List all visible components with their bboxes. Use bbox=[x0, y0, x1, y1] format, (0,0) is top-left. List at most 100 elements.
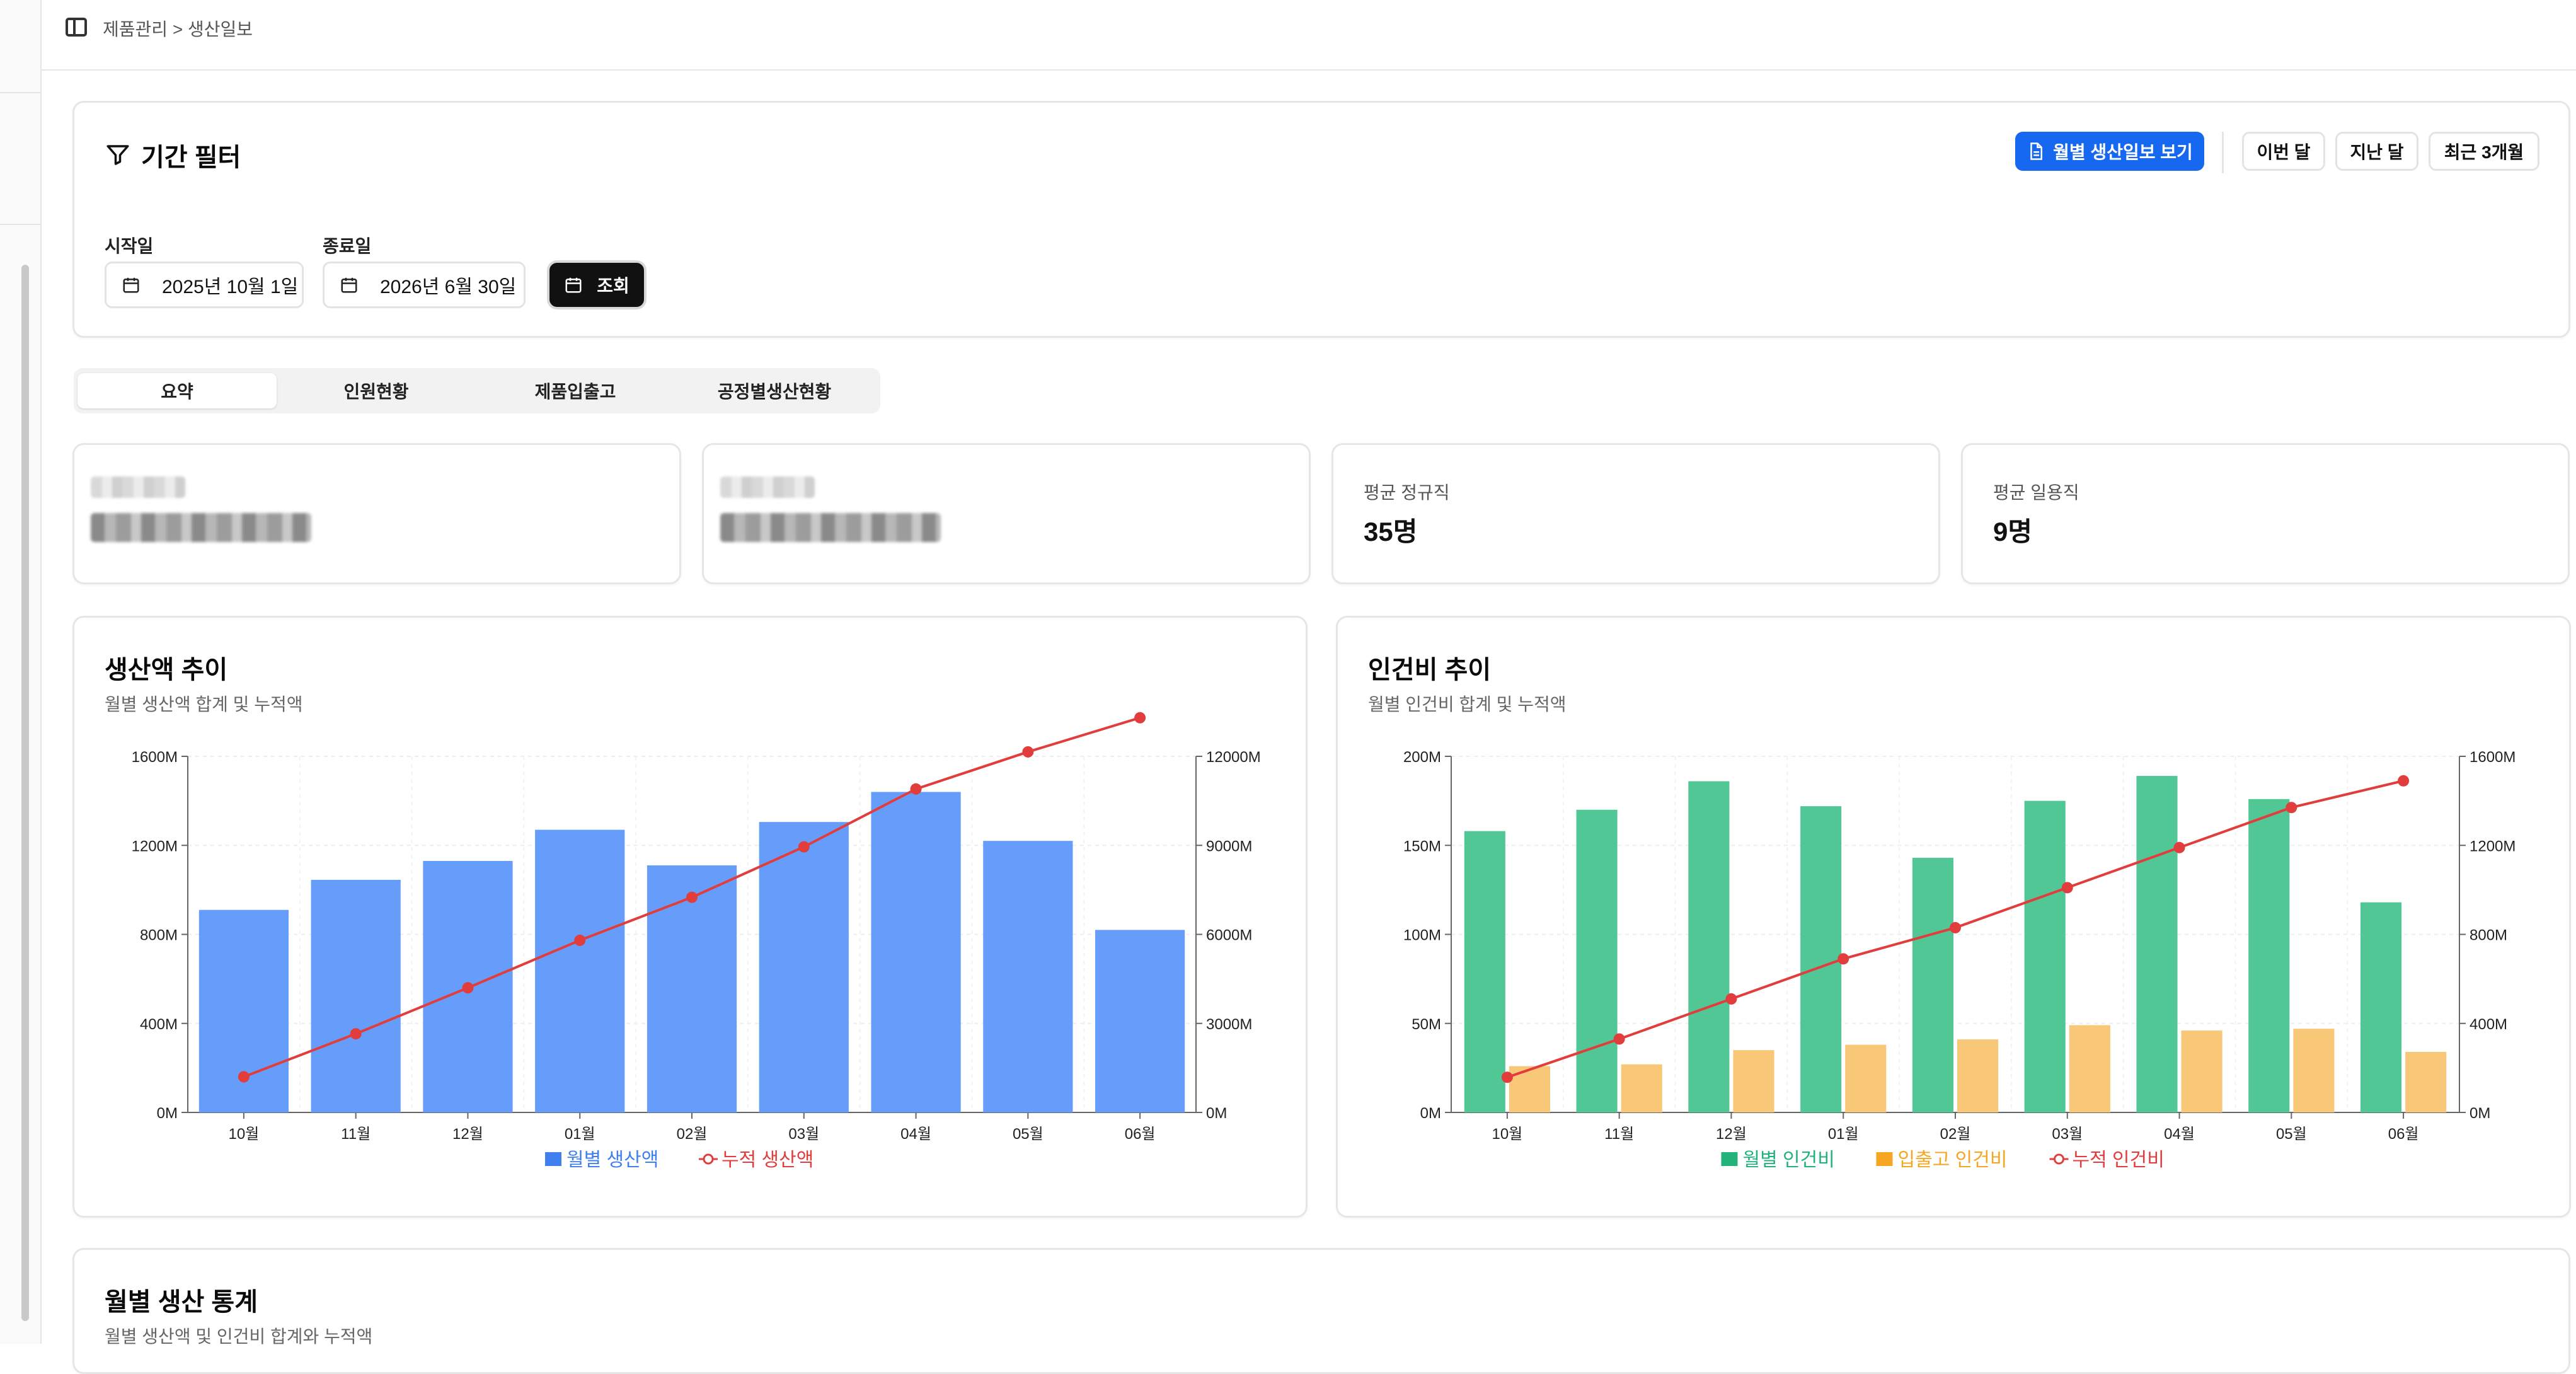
y-right-tick-label: 0M bbox=[2470, 1105, 2490, 1122]
tab-summary[interactable]: 요약 bbox=[78, 373, 277, 408]
y-left-tick-label: 100M bbox=[1403, 927, 1441, 944]
line-point bbox=[686, 891, 698, 903]
line-point bbox=[350, 1028, 362, 1040]
tab-product-io[interactable]: 제품입출고 bbox=[476, 373, 675, 408]
legend-label: 누적 인건비 bbox=[2073, 1150, 2165, 1170]
stat-label: 평균 일용직 bbox=[1993, 483, 2079, 502]
legend-label: 월별 인건비 bbox=[1743, 1150, 1835, 1170]
sidebar-toggle-icon[interactable] bbox=[66, 18, 87, 37]
y-left-tick-label: 800M bbox=[140, 927, 178, 944]
line-point bbox=[462, 982, 474, 994]
bar bbox=[983, 841, 1073, 1112]
stat-label: 평균 정규직 bbox=[1364, 483, 1450, 502]
preset-this-month-button[interactable]: 이번 달 bbox=[2242, 132, 2325, 171]
tab-staffing[interactable]: 인원현황 bbox=[277, 373, 476, 408]
y-right-tick-label: 12000M bbox=[1206, 749, 1261, 766]
bar bbox=[1509, 1066, 1550, 1112]
y-left-tick-label: 1200M bbox=[132, 838, 178, 855]
y-right-tick-label: 0M bbox=[1206, 1105, 1227, 1122]
calendar-icon bbox=[341, 277, 357, 293]
x-tick-label: 05월 bbox=[1013, 1126, 1044, 1143]
production-chart-card: 생산액 추이 월별 생산액 합계 및 누적액 0M 400M 800M 1200M 16… bbox=[72, 616, 1308, 1218]
line-point bbox=[798, 841, 810, 853]
tab-bar: 요약 인원현황 제품입출고 공정별생산현황 bbox=[74, 368, 880, 413]
x-tick-label: 11월 bbox=[341, 1126, 371, 1143]
preset-last-3-months-button[interactable]: 최근 3개월 bbox=[2429, 132, 2539, 171]
rail-divider bbox=[0, 224, 40, 225]
monthly-report-label: 월별 생산일보 보기 bbox=[2053, 142, 2193, 162]
end-date-value: 2026년 6월 30일 bbox=[380, 277, 517, 297]
filter-icon bbox=[106, 145, 129, 165]
y-right-tick-label: 3000M bbox=[1206, 1016, 1252, 1033]
bar bbox=[2024, 800, 2066, 1112]
x-tick-label: 11월 bbox=[1604, 1126, 1634, 1143]
stat-card-regular: 평균 정규직 35명 bbox=[1331, 443, 1940, 584]
line-point bbox=[2061, 882, 2073, 894]
section-subtitle: 월별 생산액 및 인건비 합계와 누적액 bbox=[105, 1327, 373, 1346]
bar bbox=[871, 792, 961, 1112]
line-point bbox=[238, 1071, 250, 1083]
scrollbar-thumb[interactable] bbox=[21, 265, 29, 1321]
query-button-label: 조회 bbox=[597, 276, 630, 296]
bar bbox=[1621, 1064, 1662, 1112]
document-icon bbox=[2030, 142, 2043, 160]
stat-value: 35명 bbox=[1364, 517, 1418, 546]
line-point bbox=[1837, 953, 1849, 965]
bar bbox=[2405, 1051, 2447, 1112]
x-tick-label: 02월 bbox=[677, 1126, 708, 1143]
bar bbox=[1464, 831, 1505, 1112]
bar bbox=[1957, 1039, 1999, 1112]
x-tick-label: 04월 bbox=[900, 1126, 931, 1143]
filter-title-text: 기간 필터 bbox=[141, 144, 241, 171]
toolbar-divider bbox=[2222, 132, 2224, 173]
legend-swatch bbox=[703, 1153, 714, 1165]
query-button[interactable]: 조회 bbox=[549, 263, 644, 307]
x-tick-label: 01월 bbox=[1828, 1126, 1859, 1143]
tab-process-production[interactable]: 공정별생산현황 bbox=[675, 373, 874, 408]
start-date-label: 시작일 bbox=[105, 236, 154, 256]
x-tick-label: 06월 bbox=[1125, 1126, 1156, 1143]
end-date-picker[interactable]: 2026년 6월 30일 bbox=[323, 262, 526, 308]
stat-card-redacted-2 bbox=[702, 443, 1311, 584]
bar bbox=[2181, 1030, 2222, 1112]
monthly-report-button[interactable]: 월별 생산일보 보기 bbox=[2015, 132, 2204, 171]
monthly-stats-card: 월별 생산 통계 월별 생산액 및 인건비 합계와 누적액 bbox=[72, 1248, 2570, 1374]
legend-swatch bbox=[2054, 1153, 2064, 1165]
y-right-tick-label: 1600M bbox=[2470, 749, 2516, 766]
legend-swatch bbox=[1721, 1152, 1738, 1166]
y-left-tick-label: 150M bbox=[1403, 838, 1441, 855]
calendar-icon bbox=[565, 277, 582, 293]
top-bar: 제품관리 > 생산일보 bbox=[42, 0, 2576, 71]
bar bbox=[2293, 1029, 2335, 1112]
redacted-label bbox=[91, 476, 185, 498]
legend-swatch bbox=[1876, 1152, 1893, 1166]
redacted-value bbox=[720, 513, 941, 542]
end-date-label: 종료일 bbox=[323, 236, 372, 256]
line-point bbox=[1134, 712, 1146, 724]
x-tick-label: 03월 bbox=[2052, 1126, 2083, 1143]
filter-card: 기간 필터 월별 생산일보 보기 이번 달 지난 달 최근 3개월 시작일 20… bbox=[72, 101, 2570, 338]
bar bbox=[1800, 806, 1842, 1112]
y-right-tick-label: 6000M bbox=[1206, 927, 1252, 944]
y-right-tick-label: 9000M bbox=[1206, 838, 1252, 855]
y-right-tick-label: 400M bbox=[2470, 1016, 2507, 1033]
line-point bbox=[2173, 841, 2185, 853]
line-point bbox=[1950, 921, 1961, 933]
legend-label: 월별 생산액 bbox=[566, 1150, 658, 1170]
bar bbox=[2136, 776, 2178, 1112]
y-left-tick-label: 0M bbox=[1420, 1105, 1441, 1122]
bar bbox=[759, 822, 849, 1112]
y-left-tick-label: 50M bbox=[1412, 1016, 1441, 1033]
bar bbox=[311, 879, 401, 1112]
stat-value: 9명 bbox=[1993, 517, 2032, 546]
x-tick-label: 10월 bbox=[228, 1126, 259, 1143]
start-date-picker[interactable]: 2025년 10월 1일 bbox=[105, 262, 304, 308]
legend-label: 누적 생산액 bbox=[722, 1150, 814, 1170]
section-title: 월별 생산 통계 bbox=[105, 1288, 258, 1316]
bar bbox=[2069, 1025, 2110, 1112]
preset-last-month-button[interactable]: 지난 달 bbox=[2335, 132, 2418, 171]
x-tick-label: 01월 bbox=[565, 1126, 595, 1143]
line-point bbox=[574, 934, 586, 946]
line-point bbox=[2398, 775, 2410, 787]
redacted-value bbox=[91, 513, 311, 542]
